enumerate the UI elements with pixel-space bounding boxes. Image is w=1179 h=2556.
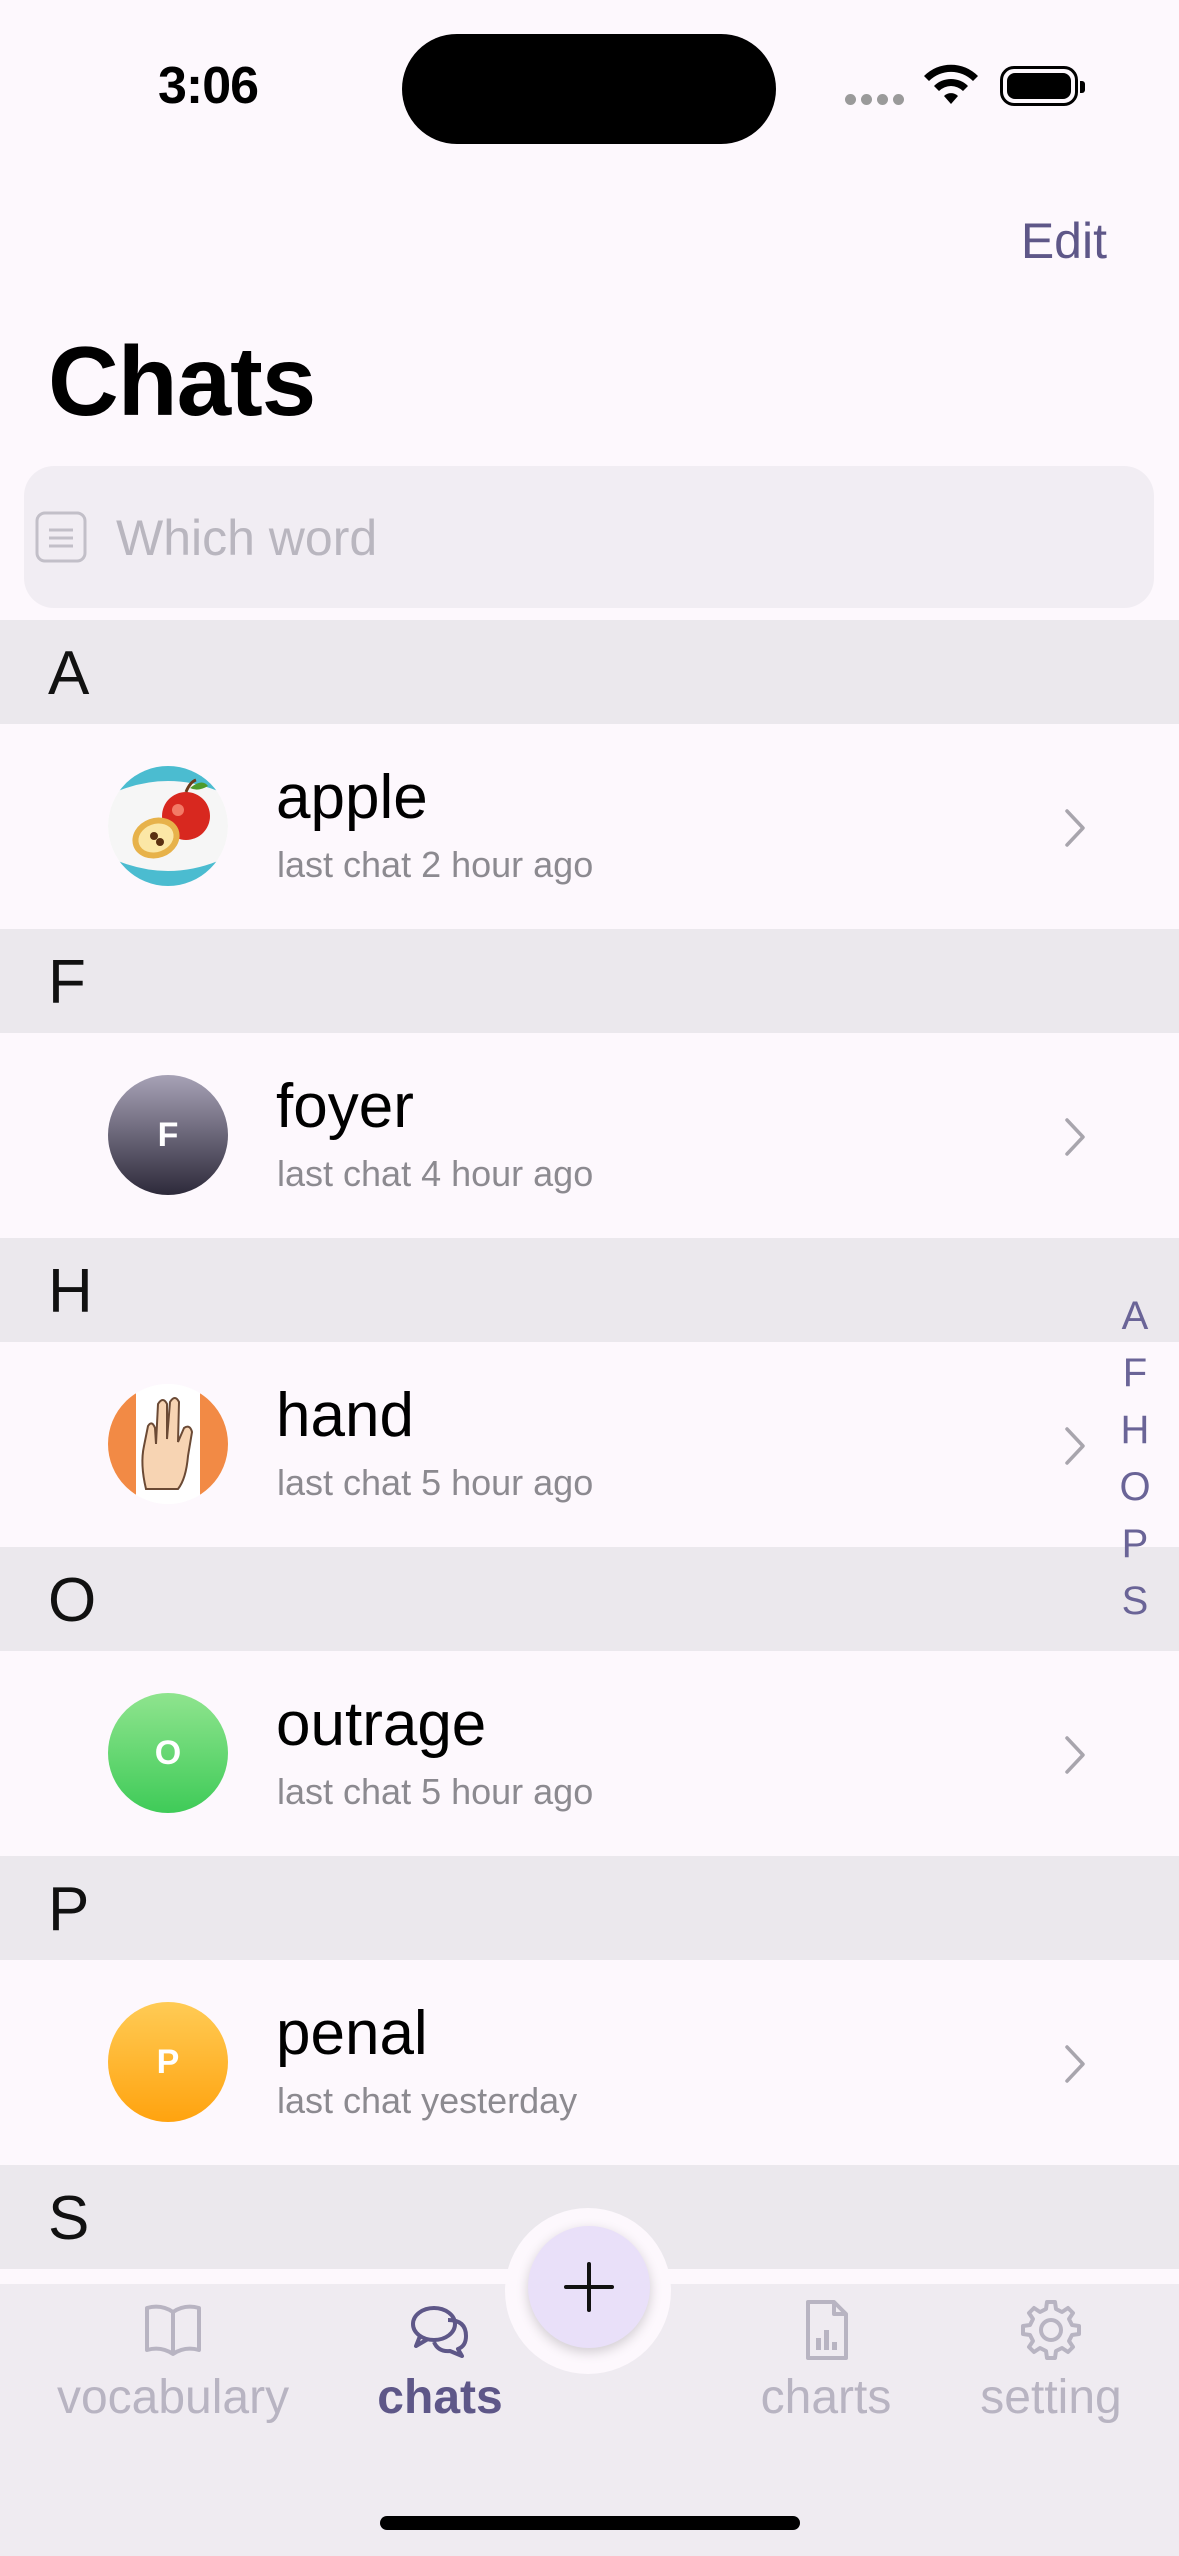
chat-word: foyer [276, 1072, 414, 1141]
tab-label: chats [377, 2371, 503, 2424]
cellular-signal-icon [845, 92, 909, 110]
edit-button[interactable]: Edit [1021, 212, 1107, 270]
chat-word: penal [276, 1999, 428, 2068]
gear-icon [1021, 2300, 1081, 2360]
status-time: 3:06 [158, 57, 259, 115]
page-title: Chats [48, 326, 316, 436]
chat-word: outrage [276, 1690, 487, 1759]
section-header-p: P [0, 1856, 1179, 1960]
tab-label: setting [980, 2371, 1122, 2424]
chat-last-time: last chat 5 hour ago [277, 1462, 594, 1503]
avatar-letter: F [157, 1115, 179, 1154]
section-index[interactable]: A F H O P S [1116, 1288, 1154, 1630]
tab-label: charts [760, 2371, 892, 2424]
tab-label: vocabulary [56, 2371, 290, 2424]
section-header-f: F [0, 929, 1179, 1033]
chat-row-outrage[interactable]: O outrage last chat 5 hour ago [0, 1651, 1179, 1856]
index-letter[interactable]: S [1116, 1573, 1154, 1630]
chat-last-time: last chat 4 hour ago [277, 1153, 594, 1194]
index-letter[interactable]: H [1116, 1402, 1154, 1459]
search-input[interactable] [114, 466, 1118, 610]
chat-word: apple [276, 763, 428, 832]
chat-row-apple[interactable]: apple last chat 2 hour ago [0, 724, 1179, 929]
section-header-o: O [0, 1547, 1179, 1651]
chevron-right-icon [1065, 1736, 1085, 1774]
section-header-a: A [0, 620, 1179, 724]
battery-icon [1000, 66, 1085, 106]
tab-vocabulary[interactable]: vocabulary [48, 2298, 298, 2425]
avatar: O [108, 1693, 228, 1813]
avatar: P [108, 2002, 228, 2122]
avatar-letter: P [156, 2042, 180, 2081]
add-chat-button[interactable] [528, 2226, 650, 2348]
list-document-icon [35, 511, 87, 563]
chat-last-time: last chat 2 hour ago [277, 844, 594, 885]
section-header-h: H [0, 1238, 1179, 1342]
status-bar: 3:06 [0, 0, 1179, 170]
avatar-letter: O [154, 1733, 182, 1772]
plus-icon [564, 2262, 614, 2312]
tab-charts[interactable]: charts [746, 2298, 906, 2425]
book-icon [145, 2304, 201, 2356]
chart-document-icon [806, 2300, 848, 2360]
avatar: F [108, 1075, 228, 1195]
hand-image-icon [108, 1384, 228, 1504]
chevron-right-icon [1065, 1118, 1085, 1156]
chat-last-time: last chat 5 hour ago [277, 1771, 594, 1812]
chat-bubbles-icon [411, 2306, 468, 2358]
chat-row-penal[interactable]: P penal last chat yesterday [0, 1960, 1179, 2165]
tab-setting[interactable]: setting [968, 2298, 1134, 2425]
chevron-right-icon [1065, 809, 1085, 847]
apple-image-icon [108, 766, 228, 886]
chat-row-foyer[interactable]: F foyer last chat 4 hour ago [0, 1033, 1179, 1238]
chat-list: A apple last chat 2 hour ago F F foyer l… [0, 620, 1179, 2269]
chat-word: hand [276, 1381, 414, 1450]
chevron-right-icon [1065, 1427, 1085, 1465]
dynamic-island [402, 34, 776, 144]
chat-last-time: last chat yesterday [277, 2080, 578, 2121]
chat-row-hand[interactable]: hand last chat 5 hour ago [0, 1342, 1179, 1547]
search-bar[interactable] [24, 466, 1154, 610]
wifi-icon [924, 64, 978, 104]
index-letter[interactable]: P [1116, 1516, 1154, 1573]
tab-chats[interactable]: chats [362, 2298, 518, 2425]
index-letter[interactable]: O [1116, 1459, 1154, 1516]
index-letter[interactable]: F [1116, 1345, 1154, 1402]
index-letter[interactable]: A [1116, 1288, 1154, 1345]
chevron-right-icon [1065, 2045, 1085, 2083]
home-indicator [380, 2516, 800, 2530]
